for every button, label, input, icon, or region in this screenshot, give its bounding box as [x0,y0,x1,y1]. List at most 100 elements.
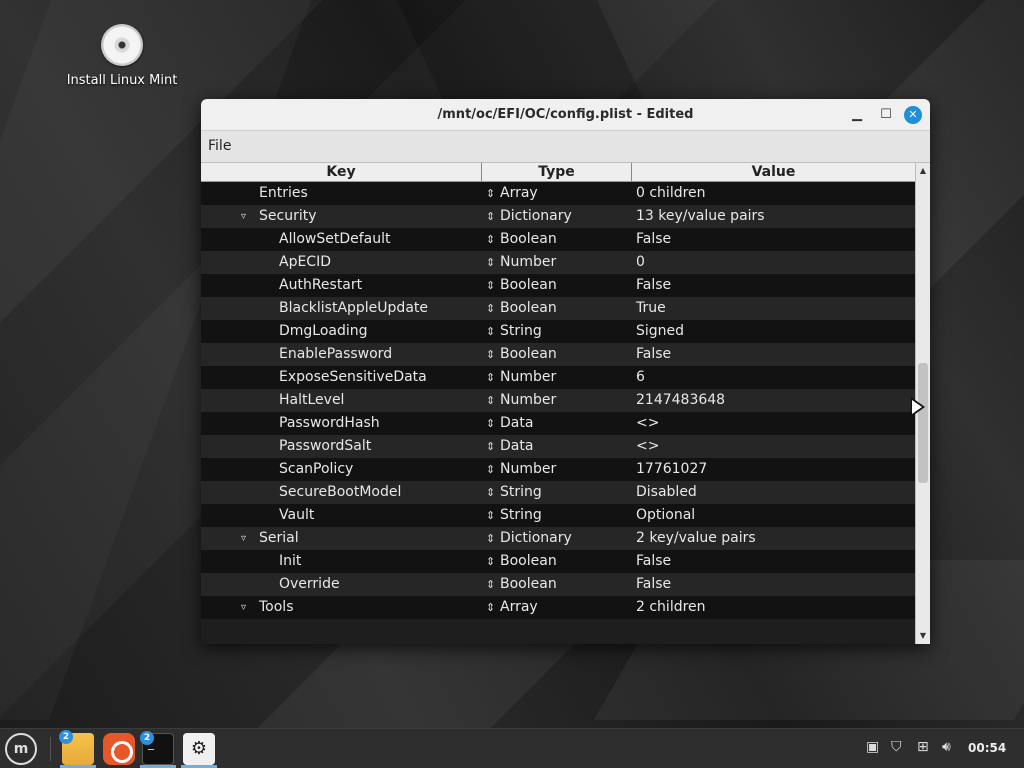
column-header-key[interactable]: Key [201,163,482,181]
menu-file[interactable]: File [201,131,238,161]
value-cell[interactable]: <> [632,435,915,458]
value-cell[interactable]: False [632,228,915,251]
table-row[interactable]: ScanPolicy ⇕ Number 17761027 [201,458,915,481]
key-cell[interactable]: Init [201,550,482,573]
type-selector-icon[interactable]: ⇕ [486,573,500,596]
table-row[interactable]: AllowSetDefault ⇕ Boolean False [201,228,915,251]
key-cell[interactable]: SecureBootModel [201,481,482,504]
key-cell[interactable]: Entries [201,182,482,205]
value-cell[interactable]: False [632,274,915,297]
minimize-button[interactable]: ▁ [848,106,866,124]
key-cell[interactable]: ▿ Security [201,205,482,228]
scroll-down-arrow-icon[interactable]: ▼ [916,629,930,643]
table-row[interactable]: BlacklistAppleUpdate ⇕ Boolean True [201,297,915,320]
type-cell[interactable]: ⇕ Boolean [482,274,632,297]
value-cell[interactable]: 17761027 [632,458,915,481]
type-selector-icon[interactable]: ⇕ [486,435,500,458]
value-cell[interactable]: 2 key/value pairs [632,527,915,550]
key-cell[interactable]: ▿ Serial [201,527,482,550]
table-row[interactable]: ▿ Tools ⇕ Array 2 children [201,596,915,619]
network-icon[interactable]: ⊞ [917,739,929,755]
type-selector-icon[interactable]: ⇕ [486,366,500,389]
type-cell[interactable]: ⇕ Dictionary [482,205,632,228]
expand-toggle-icon[interactable]: ▿ [241,596,246,619]
type-selector-icon[interactable]: ⇕ [486,550,500,573]
key-cell[interactable]: EnablePassword [201,343,482,366]
value-cell[interactable]: True [632,297,915,320]
key-cell[interactable]: Vault [201,504,482,527]
shield-icon[interactable]: ⛉ [891,739,902,755]
value-cell[interactable]: False [632,343,915,366]
type-cell[interactable]: ⇕ Data [482,412,632,435]
table-row[interactable]: EnablePassword ⇕ Boolean False [201,343,915,366]
value-cell[interactable]: 6 [632,366,915,389]
table-row[interactable]: HaltLevel ⇕ Number 2147483648 [201,389,915,412]
key-cell[interactable]: HaltLevel [201,389,482,412]
desktop-icon-install-linux-mint[interactable]: Install Linux Mint [62,24,182,88]
expand-toggle-icon[interactable]: ▿ [241,205,246,228]
value-cell[interactable]: 0 [632,251,915,274]
type-cell[interactable]: ⇕ Array [482,596,632,619]
type-cell[interactable]: ⇕ String [482,504,632,527]
type-selector-icon[interactable]: ⇕ [486,343,500,366]
type-cell[interactable]: ⇕ Number [482,389,632,412]
table-row[interactable]: AuthRestart ⇕ Boolean False [201,274,915,297]
value-cell[interactable]: Disabled [632,481,915,504]
type-cell[interactable]: ⇕ Boolean [482,228,632,251]
table-row[interactable]: SecureBootModel ⇕ String Disabled [201,481,915,504]
scrollbar-thumb[interactable] [918,363,928,483]
folder-icon[interactable]: 2 [59,730,94,765]
expand-toggle-icon[interactable]: ▿ [241,527,246,550]
key-cell[interactable]: ▿ Tools [201,596,482,619]
type-cell[interactable]: ⇕ Number [482,458,632,481]
table-row[interactable]: ▿ Security ⇕ Dictionary 13 key/value pairs [201,205,915,228]
value-cell[interactable]: False [632,550,915,573]
type-selector-icon[interactable]: ⇕ [486,297,500,320]
key-cell[interactable]: PasswordSalt [201,435,482,458]
title-bar[interactable]: /mnt/oc/EFI/OC/config.plist - Edited ▁ ☐… [201,99,930,131]
type-cell[interactable]: ⇕ Boolean [482,573,632,596]
key-cell[interactable]: AllowSetDefault [201,228,482,251]
type-selector-icon[interactable]: ⇕ [486,182,500,205]
value-cell[interactable]: 0 children [632,182,915,205]
value-cell[interactable]: 2147483648 [632,389,915,412]
table-row[interactable]: ExposeSensitiveData ⇕ Number 6 [201,366,915,389]
clipboard-icon[interactable]: ▣ [866,739,879,755]
type-selector-icon[interactable]: ⇕ [486,596,500,619]
key-cell[interactable]: PasswordHash [201,412,482,435]
clock[interactable]: 00:54 [968,741,1006,755]
value-cell[interactable]: False [632,573,915,596]
column-header-type[interactable]: Type [482,163,632,181]
value-cell[interactable]: <> [632,412,915,435]
table-row[interactable]: Override ⇕ Boolean False [201,573,915,596]
type-selector-icon[interactable]: ⇕ [486,320,500,343]
table-row[interactable]: PasswordSalt ⇕ Data <> [201,435,915,458]
table-row[interactable]: Vault ⇕ String Optional [201,504,915,527]
type-cell[interactable]: ⇕ Boolean [482,550,632,573]
terminal-icon[interactable]: _ 2 [140,731,174,765]
table-row[interactable]: ApECID ⇕ Number 0 [201,251,915,274]
type-selector-icon[interactable]: ⇕ [486,228,500,251]
table-row[interactable]: Entries ⇕ Array 0 children [201,182,915,205]
maximize-button[interactable]: ☐ [877,106,895,124]
type-cell[interactable]: ⇕ Data [482,435,632,458]
table-row[interactable]: DmgLoading ⇕ String Signed [201,320,915,343]
value-cell[interactable]: 2 children [632,596,915,619]
value-cell[interactable]: Signed [632,320,915,343]
type-cell[interactable]: ⇕ String [482,320,632,343]
type-selector-icon[interactable]: ⇕ [486,504,500,527]
settings-icon[interactable]: ⚙ [183,733,215,765]
type-cell[interactable]: ⇕ Number [482,366,632,389]
type-cell[interactable]: ⇕ Number [482,251,632,274]
value-cell[interactable]: 13 key/value pairs [632,205,915,228]
table-row[interactable]: ▿ Serial ⇕ Dictionary 2 key/value pairs [201,527,915,550]
menu-icon[interactable]: m [5,733,37,765]
firefox-icon[interactable] [103,733,135,765]
type-selector-icon[interactable]: ⇕ [486,481,500,504]
close-button[interactable]: ✕ [904,106,922,124]
key-cell[interactable]: ExposeSensitiveData [201,366,482,389]
key-cell[interactable]: ScanPolicy [201,458,482,481]
value-cell[interactable]: Optional [632,504,915,527]
type-cell[interactable]: ⇕ Dictionary [482,527,632,550]
type-selector-icon[interactable]: ⇕ [486,389,500,412]
